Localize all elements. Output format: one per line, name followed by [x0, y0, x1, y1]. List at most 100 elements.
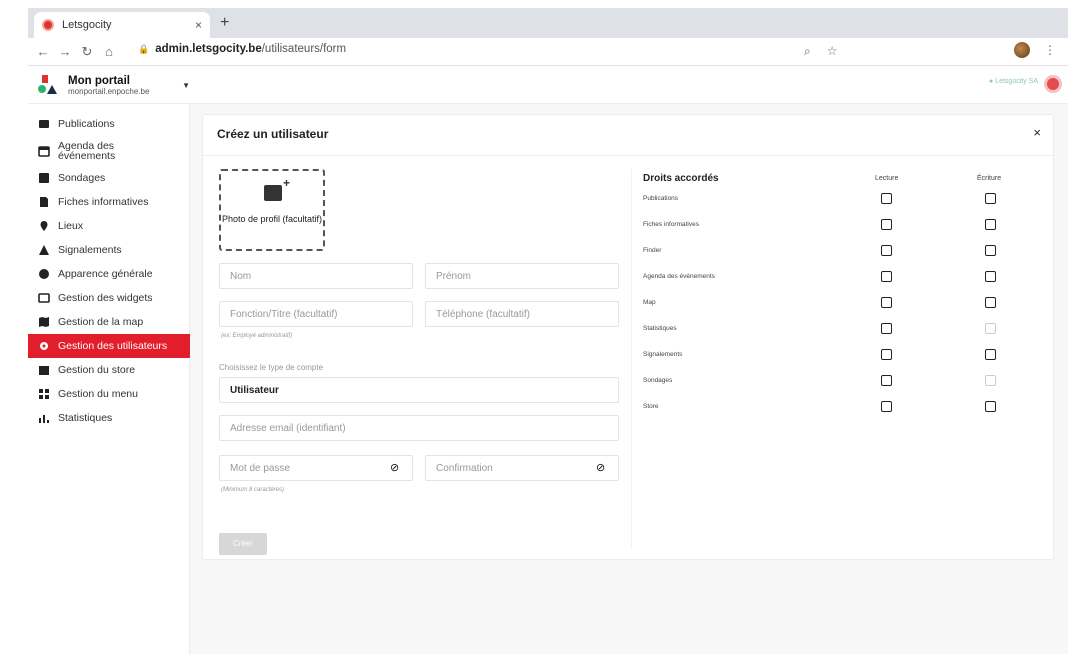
url-field[interactable]: 🔒 admin.letsgocity.be /utilisateurs/form — [138, 43, 346, 55]
divider — [203, 155, 1055, 156]
forward-arrow-icon[interactable]: → — [54, 44, 76, 59]
warning-icon — [39, 245, 49, 255]
sidebar-item-label: Gestion de la map — [58, 316, 144, 328]
profile-avatar-icon[interactable] — [1014, 42, 1030, 58]
browser-actions: ⋮ — [1014, 42, 1056, 58]
app-header: Mon portail monportail.enpoche.be ▼ ● Le… — [28, 66, 1068, 104]
bar-chart-icon — [39, 415, 49, 423]
sidebar-item-menu[interactable]: Gestion du menu — [28, 382, 190, 406]
gear-icon — [40, 342, 48, 350]
favicon-icon — [42, 19, 54, 31]
prenom-input[interactable]: Prénom — [425, 263, 619, 289]
sidebar-item-fiches[interactable]: Fiches informatives — [28, 190, 190, 214]
portal-subtitle: monportail.enpoche.be — [68, 86, 150, 96]
write-checkbox[interactable] — [985, 401, 996, 412]
lock-icon: 🔒 — [138, 43, 150, 54]
sidebar-item-statistiques[interactable]: Statistiques — [28, 406, 190, 430]
read-checkbox[interactable] — [881, 349, 892, 360]
sidebar-item-label: Fiches informatives — [58, 196, 149, 208]
document-icon — [40, 197, 48, 207]
zoom-icon[interactable]: ⌕ — [804, 44, 811, 59]
sidebar-item-lieux[interactable]: Lieux — [28, 214, 190, 238]
read-checkbox[interactable] — [881, 297, 892, 308]
sidebar-item-label: Sondages — [58, 172, 106, 184]
rights-row-label: Signalements — [643, 351, 683, 358]
sidebar-item-publications[interactable]: Publications — [28, 112, 190, 136]
tab-close-icon[interactable]: × — [195, 18, 202, 32]
sidebar-item-agenda[interactable]: Agenda des événements — [28, 136, 190, 166]
write-checkbox[interactable] — [985, 297, 996, 308]
organization-status: ● Letsgocity SA — [989, 78, 1038, 85]
fonction-hint: (ex: Employé administratif) — [221, 333, 293, 339]
read-checkbox[interactable] — [881, 323, 892, 334]
browser-menu-icon[interactable]: ⋮ — [1044, 43, 1056, 57]
calendar-icon — [38, 146, 50, 157]
url-path: /utilisateurs/form — [261, 43, 347, 55]
telephone-input[interactable]: Téléphone (facultatif) — [425, 301, 619, 327]
sidebar-item-utilisateurs[interactable]: Gestion des utilisateurs — [28, 334, 190, 358]
read-checkbox[interactable] — [881, 401, 892, 412]
rights-row-label: Publications — [643, 195, 679, 202]
tab-strip: Letsgocity × + — [28, 8, 1068, 38]
account-type-select[interactable]: Utilisateur — [219, 377, 619, 403]
write-checkbox[interactable] — [985, 245, 996, 256]
rights-title: Droits accordés — [643, 173, 719, 184]
read-checkbox[interactable] — [881, 219, 892, 230]
rights-row-label: Fiches informatives — [643, 221, 699, 228]
password-hint: (Minimum 8 caractères) — [221, 487, 285, 493]
sidebar: Publications Agenda des événements Sonda… — [28, 104, 190, 654]
password-placeholder: Mot de passe — [230, 463, 291, 474]
new-tab-button[interactable]: + — [220, 14, 229, 32]
write-checkbox[interactable] — [985, 193, 996, 204]
browser-tab[interactable]: Letsgocity × — [34, 12, 210, 38]
form-title: Créez un utilisateur — [217, 127, 329, 141]
reload-icon[interactable]: ↻ — [76, 44, 98, 60]
tab-title: Letsgocity — [62, 19, 112, 31]
write-checkbox[interactable] — [985, 271, 996, 282]
sidebar-item-label: Gestion des widgets — [58, 292, 153, 304]
write-checkbox[interactable] — [985, 349, 996, 360]
sidebar-item-store[interactable]: Gestion du store — [28, 358, 190, 382]
eye-slash-icon[interactable]: ⊘ — [596, 462, 608, 474]
sidebar-item-apparence[interactable]: Apparence générale — [28, 262, 190, 286]
sidebar-item-sondages[interactable]: Sondages — [28, 166, 190, 190]
bookmark-star-icon[interactable]: ☆ — [827, 44, 838, 59]
rights-row-label: Agenda des événements — [643, 273, 715, 280]
user-avatar[interactable] — [1044, 75, 1062, 93]
poll-icon — [39, 173, 49, 183]
close-icon[interactable]: × — [1033, 125, 1041, 140]
read-checkbox[interactable] — [881, 375, 892, 386]
newspaper-icon — [39, 120, 49, 128]
address-bar-row: ← → ↻ ⌂ 🔒 admin.letsgocity.be /utilisate… — [28, 38, 1068, 66]
home-icon[interactable]: ⌂ — [98, 44, 120, 59]
grid-icon — [39, 389, 49, 399]
read-checkbox[interactable] — [881, 271, 892, 282]
sidebar-item-signalements[interactable]: Signalements — [28, 238, 190, 262]
write-checkbox[interactable] — [985, 219, 996, 230]
back-arrow-icon[interactable]: ← — [32, 44, 54, 59]
sidebar-item-map[interactable]: Gestion de la map — [28, 310, 190, 334]
nom-input[interactable]: Nom — [219, 263, 413, 289]
read-checkbox[interactable] — [881, 245, 892, 256]
sidebar-item-label: Gestion du menu — [58, 388, 138, 400]
create-button[interactable]: Créer — [219, 533, 267, 555]
sidebar-item-label: Statistiques — [58, 412, 113, 424]
profile-photo-upload[interactable]: Photo de profil (facultatif) — [219, 169, 325, 251]
fonction-input[interactable]: Fonction/Titre (facultatif) — [219, 301, 413, 327]
confirmation-field[interactable]: Confirmation ⊘ — [425, 455, 619, 481]
read-checkbox[interactable] — [881, 193, 892, 204]
chevron-down-icon[interactable]: ▼ — [182, 81, 190, 90]
portal-selector[interactable]: Mon portail monportail.enpoche.be ▼ — [38, 68, 190, 102]
widget-icon — [38, 293, 50, 303]
palette-icon — [39, 269, 49, 279]
confirmation-placeholder: Confirmation — [436, 463, 493, 474]
sidebar-item-label: Agenda des événements — [58, 140, 116, 162]
col-header-read: Lecture — [875, 175, 899, 182]
sidebar-item-label: Publications — [58, 118, 115, 130]
sidebar-item-widgets[interactable]: Gestion des widgets — [28, 286, 190, 310]
sidebar-item-label: Lieux — [58, 220, 84, 232]
email-field[interactable]: Adresse email (identifiant) — [219, 415, 619, 441]
address-bar-icons: ⌕ ☆ — [804, 44, 838, 59]
eye-slash-icon[interactable]: ⊘ — [390, 462, 402, 474]
password-field[interactable]: Mot de passe ⊘ — [219, 455, 413, 481]
